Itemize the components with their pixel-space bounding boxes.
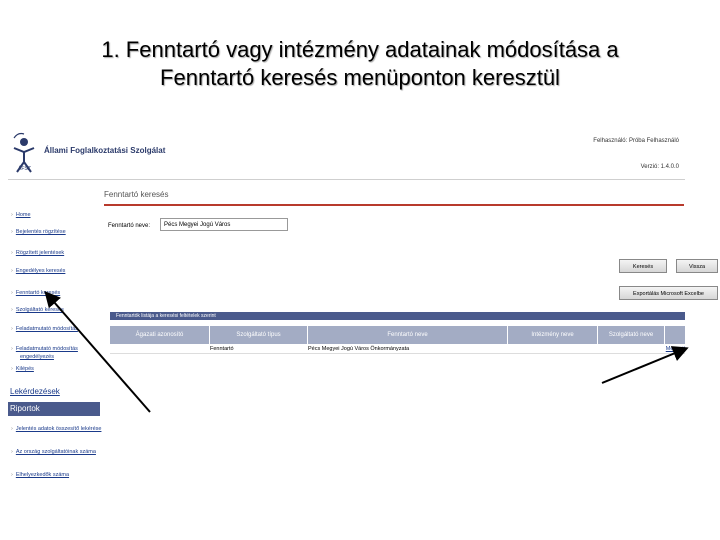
user-info: Felhasználó: Próba Felhasználó xyxy=(593,138,679,144)
fenntarto-field-label: Fenntartó neve: xyxy=(108,223,151,229)
slide-title-line-1: 1. Fenntartó vagy intézmény adatainak mó… xyxy=(101,37,619,62)
export-excel-button[interactable]: Exportálás Microsoft Excelbe xyxy=(619,286,718,300)
col-szolgaltato-tipus[interactable]: Szolgáltató típus xyxy=(210,326,308,344)
col-fenntarto-neve[interactable]: Fenntartó neve xyxy=(308,326,508,344)
cell-agazati-azonosito xyxy=(110,344,210,353)
logo-abbr: ÁFSZ xyxy=(18,166,31,172)
cell-szolgaltato-neve xyxy=(598,344,655,353)
col-szolgaltato-neve[interactable]: Szolgáltató neve xyxy=(598,326,665,344)
back-button[interactable]: Vissza xyxy=(676,259,718,273)
slide-title-line-2: Fenntartó keresés menüponton keresztül xyxy=(160,65,560,90)
sidebar: Home Bejelentés rögzítése Rögzített jele… xyxy=(8,208,102,494)
sidebar-item-feladatmutato-eng-2[interactable]: engedélyezés xyxy=(20,354,54,360)
fenntarto-name-input[interactable]: Pécs Megyei Jogú Város xyxy=(160,218,288,231)
sidebar-item-engedelyes[interactable]: Engedélyes keresés xyxy=(11,268,66,274)
open-row-link[interactable]: Megnyit xyxy=(655,344,685,353)
page-title: Fenntartó keresés xyxy=(104,190,169,199)
sidebar-item-home[interactable]: Home xyxy=(11,212,31,218)
sidebar-section-reports: Riportok xyxy=(8,402,100,416)
search-button[interactable]: Keresés xyxy=(619,259,667,273)
col-action xyxy=(665,326,685,344)
cell-szolgaltato-tipus: Fenntartó xyxy=(210,346,234,352)
sidebar-item-fenntarto[interactable]: Fenntartó keresés xyxy=(11,290,60,296)
logo-text: Állami Foglalkoztatási Szolgálat xyxy=(44,146,166,155)
results-header: Fenntartók listája a keresési feltételek… xyxy=(110,312,685,320)
sidebar-item-feladatmutato-eng[interactable]: Feladatmutató módosítás xyxy=(11,346,78,352)
sidebar-item-rogzitett[interactable]: Rögzített jelentések xyxy=(11,250,64,256)
sidebar-report-elhelyezkedok[interactable]: Elhelyezkedők száma xyxy=(11,472,69,478)
sidebar-item-bejelentes[interactable]: Bejelentés rögzítése xyxy=(11,229,66,235)
cell-fenntarto-neve: Pécs Megyei Jogú Város Önkormányzata xyxy=(308,346,410,352)
col-agazati-azonosito[interactable]: Ágazati azonosító xyxy=(110,326,210,344)
title-divider xyxy=(104,204,684,206)
sidebar-section-queries[interactable]: Lekérdezések xyxy=(8,385,100,399)
results-table-header: Ágazati azonosító Szolgáltató típus Fenn… xyxy=(110,326,685,344)
sidebar-item-kilepes[interactable]: Kilépés xyxy=(11,366,34,372)
table-row: Fenntartó Pécs Megyei Jogú Város Önkormá… xyxy=(110,344,685,354)
sidebar-report-szolgaltatok[interactable]: Az ország szolgáltatóinak száma xyxy=(11,449,96,455)
sidebar-report-osszesito[interactable]: Jelentés adatok összesítő lekérése xyxy=(11,426,102,432)
app-header: ÁFSZ Állami Foglalkoztatási Szolgálat Fe… xyxy=(8,126,685,180)
slide-title: 1. Fenntartó vagy intézmény adatainak mó… xyxy=(20,36,700,92)
app-screenshot: ÁFSZ Állami Foglalkoztatási Szolgálat Fe… xyxy=(8,126,718,496)
sidebar-item-feladatmutato[interactable]: Feladatmutató módosítás xyxy=(11,326,78,332)
version-info: Verzió: 1.4.0.0 xyxy=(640,164,679,170)
cell-intezmeny-neve xyxy=(508,344,598,353)
col-intezmeny-neve[interactable]: Intézmény neve xyxy=(508,326,598,344)
sidebar-item-szolgaltato[interactable]: Szolgáltató keresés xyxy=(11,307,64,313)
